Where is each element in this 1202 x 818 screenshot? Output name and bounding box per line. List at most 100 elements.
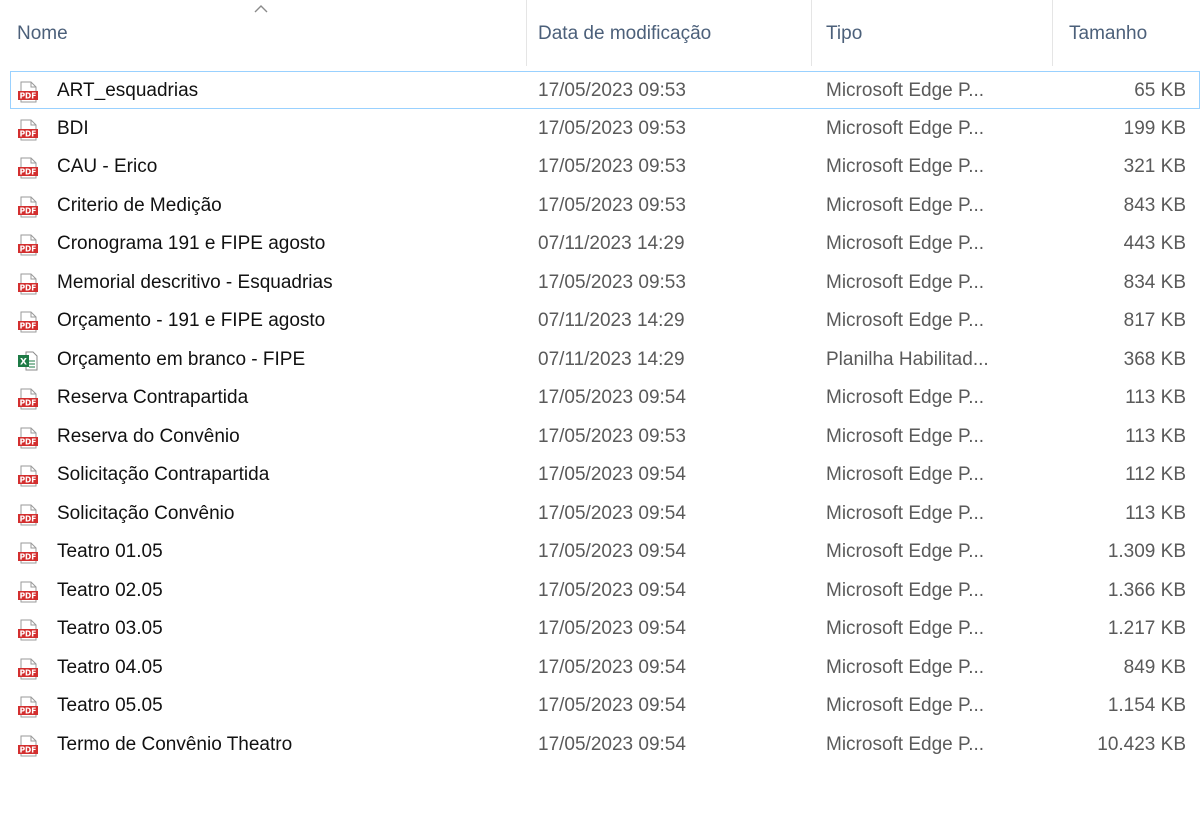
- file-size: 112 KB: [1125, 464, 1186, 485]
- file-name: Orçamento em branco - FIPE: [57, 348, 306, 370]
- file-size: 1.366 KB: [1107, 579, 1186, 601]
- file-type: Microsoft Edge P...: [826, 541, 985, 562]
- pdf-file-icon: PDF: [18, 388, 38, 410]
- file-row[interactable]: PDF Orçamento - 191 e FIPE agosto 07/11/20…: [0, 302, 1202, 340]
- file-name: Teatro 02.05: [57, 579, 163, 601]
- file-size: 817 KB: [1123, 310, 1186, 331]
- column-header-size[interactable]: Tamanho: [1069, 0, 1202, 68]
- file-row[interactable]: PDF Reserva do Convênio 17/05/2023 09:53 Mi…: [0, 418, 1202, 456]
- file-modified-date: 17/05/2023 09:54: [538, 618, 686, 639]
- file-row[interactable]: PDF Memorial descritivo - Esquadrias 17/05…: [0, 264, 1202, 302]
- file-type: Microsoft Edge P...: [826, 233, 985, 254]
- file-size: 834 KB: [1123, 271, 1186, 293]
- file-name: Memorial descritivo - Esquadrias: [57, 271, 333, 293]
- file-modified-date: 17/05/2023 09:53: [538, 156, 686, 177]
- file-size: 10.423 KB: [1097, 733, 1186, 755]
- file-name: BDI: [57, 117, 89, 139]
- pdf-file-icon: PDF: [18, 696, 38, 718]
- file-row[interactable]: PDF Teatro 05.05 17/05/2023 09:54 Microsoft…: [0, 687, 1202, 725]
- file-name: Reserva do Convênio: [57, 425, 240, 447]
- svg-text:PDF: PDF: [20, 745, 37, 754]
- file-name: Termo de Convênio Theatro: [57, 733, 293, 755]
- file-row[interactable]: PDF Solicitação Convênio 17/05/2023 09:54 M…: [0, 495, 1202, 533]
- file-modified-date: 17/05/2023 09:54: [538, 733, 686, 755]
- file-name: ART_esquadrias: [57, 80, 199, 101]
- file-type: Microsoft Edge P...: [826, 271, 985, 293]
- file-name: Teatro 05.05: [57, 695, 163, 716]
- svg-text:PDF: PDF: [20, 514, 37, 523]
- column-header-date-label: Data de modificação: [538, 23, 712, 44]
- file-name: Orçamento - 191 e FIPE agosto: [57, 310, 326, 331]
- file-row[interactable]: PDF CAU - Erico 17/05/2023 09:53 Microsoft …: [0, 148, 1202, 186]
- file-modified-date: 17/05/2023 09:54: [538, 579, 686, 601]
- svg-text:PDF: PDF: [20, 168, 37, 177]
- column-header-name-label: Nome: [17, 23, 68, 44]
- file-row[interactable]: PDF Teatro 02.05 17/05/2023 09:54 Microsoft…: [0, 572, 1202, 610]
- file-row[interactable]: PDF Teatro 04.05 17/05/2023 09:54 Microsoft…: [0, 649, 1202, 687]
- file-type: Microsoft Edge P...: [826, 733, 985, 755]
- file-modified-date: 17/05/2023 09:54: [538, 541, 686, 562]
- pdf-file-icon: PDF: [18, 465, 38, 487]
- file-type: Microsoft Edge P...: [826, 579, 985, 601]
- file-type: Microsoft Edge P...: [826, 695, 985, 716]
- column-resize-handle-date[interactable]: [811, 0, 812, 66]
- file-size: 1.309 KB: [1107, 541, 1186, 562]
- file-type: Microsoft Edge P...: [826, 502, 985, 524]
- pdf-file-icon: PDF: [18, 619, 38, 641]
- file-type: Microsoft Edge P...: [826, 80, 985, 101]
- file-size: 321 KB: [1123, 156, 1186, 177]
- svg-text:PDF: PDF: [20, 630, 37, 639]
- file-row[interactable]: PDF Reserva Contrapartida 17/05/2023 09:54…: [0, 379, 1202, 417]
- file-type: Microsoft Edge P...: [826, 194, 985, 216]
- file-row[interactable]: PDF BDI 17/05/2023 09:53 Microsoft Edge P..…: [0, 110, 1202, 148]
- pdf-file-icon: PDF: [18, 311, 38, 333]
- column-header-type[interactable]: Tipo: [826, 0, 1046, 68]
- column-header-bar: Nome Data de modificação Tipo Tamanho: [0, 0, 1202, 68]
- column-resize-handle-name[interactable]: [526, 0, 527, 66]
- file-type: Microsoft Edge P...: [826, 425, 985, 447]
- file-size: 199 KB: [1123, 117, 1186, 139]
- file-modified-date: 17/05/2023 09:54: [538, 695, 686, 716]
- svg-text:PDF: PDF: [20, 245, 37, 254]
- file-modified-date: 17/05/2023 09:54: [538, 387, 686, 408]
- svg-text:PDF: PDF: [20, 591, 37, 600]
- file-row[interactable]: PDF Cronograma 191 e FIPE agosto 07/11/202…: [0, 225, 1202, 263]
- file-modified-date: 17/05/2023 09:54: [538, 656, 686, 678]
- svg-text:PDF: PDF: [20, 668, 37, 677]
- pdf-file-icon: PDF: [18, 542, 38, 564]
- file-row[interactable]: PDF Solicitação Contrapartida 17/05/2023 0…: [0, 456, 1202, 494]
- file-modified-date: 07/11/2023 14:29: [538, 310, 685, 331]
- file-name: CAU - Erico: [57, 156, 158, 177]
- file-modified-date: 17/05/2023 09:53: [538, 80, 686, 101]
- column-header-type-label: Tipo: [826, 23, 863, 44]
- file-type: Microsoft Edge P...: [826, 310, 985, 331]
- pdf-file-icon: PDF: [18, 81, 38, 103]
- svg-text:PDF: PDF: [20, 206, 37, 215]
- file-size: 368 KB: [1123, 348, 1186, 370]
- svg-text:X: X: [20, 357, 27, 367]
- column-header-size-label: Tamanho: [1069, 23, 1148, 44]
- column-header-date[interactable]: Data de modificação: [538, 0, 808, 68]
- file-row[interactable]: PDF ART_esquadrias 17/05/2023 09:53 Microso…: [10, 71, 1200, 109]
- file-type: Microsoft Edge P...: [826, 656, 985, 678]
- file-row[interactable]: X Orçamento em branco - FIPE 07/11/2023 14…: [0, 341, 1202, 379]
- svg-text:PDF: PDF: [20, 476, 37, 485]
- pdf-file-icon: PDF: [18, 234, 38, 256]
- svg-text:PDF: PDF: [20, 92, 37, 101]
- file-name: Teatro 03.05: [57, 618, 163, 639]
- svg-text:PDF: PDF: [20, 707, 37, 716]
- file-row[interactable]: PDF Termo de Convênio Theatro 17/05/2023 0…: [0, 726, 1202, 764]
- column-header-name[interactable]: Nome: [17, 0, 525, 68]
- file-modified-date: 17/05/2023 09:53: [538, 425, 686, 447]
- file-modified-date: 17/05/2023 09:53: [538, 194, 686, 216]
- pdf-file-icon: PDF: [18, 273, 38, 294]
- file-size: 849 KB: [1123, 656, 1186, 678]
- file-type: Microsoft Edge P...: [826, 618, 985, 639]
- file-row[interactable]: PDF Criterio de Medição 17/05/2023 09:53 Mi…: [0, 187, 1202, 225]
- pdf-file-icon: PDF: [18, 196, 38, 217]
- file-row[interactable]: PDF Teatro 01.05 17/05/2023 09:54 Microsoft…: [0, 533, 1202, 571]
- pdf-file-icon: PDF: [18, 427, 38, 448]
- svg-text:PDF: PDF: [20, 322, 37, 331]
- column-resize-handle-type[interactable]: [1052, 0, 1053, 66]
- file-row[interactable]: PDF Teatro 03.05 17/05/2023 09:54 Microsoft…: [0, 610, 1202, 648]
